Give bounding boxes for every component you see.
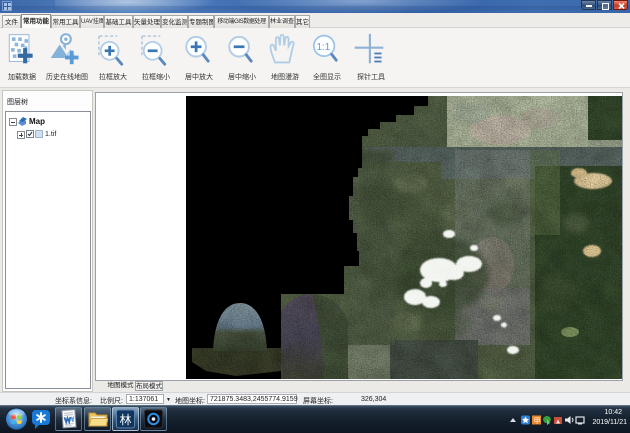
svg-text:甲: 甲 bbox=[534, 417, 541, 425]
svg-text:林: 林 bbox=[120, 413, 132, 427]
svg-text:1:1: 1:1 bbox=[317, 42, 331, 53]
